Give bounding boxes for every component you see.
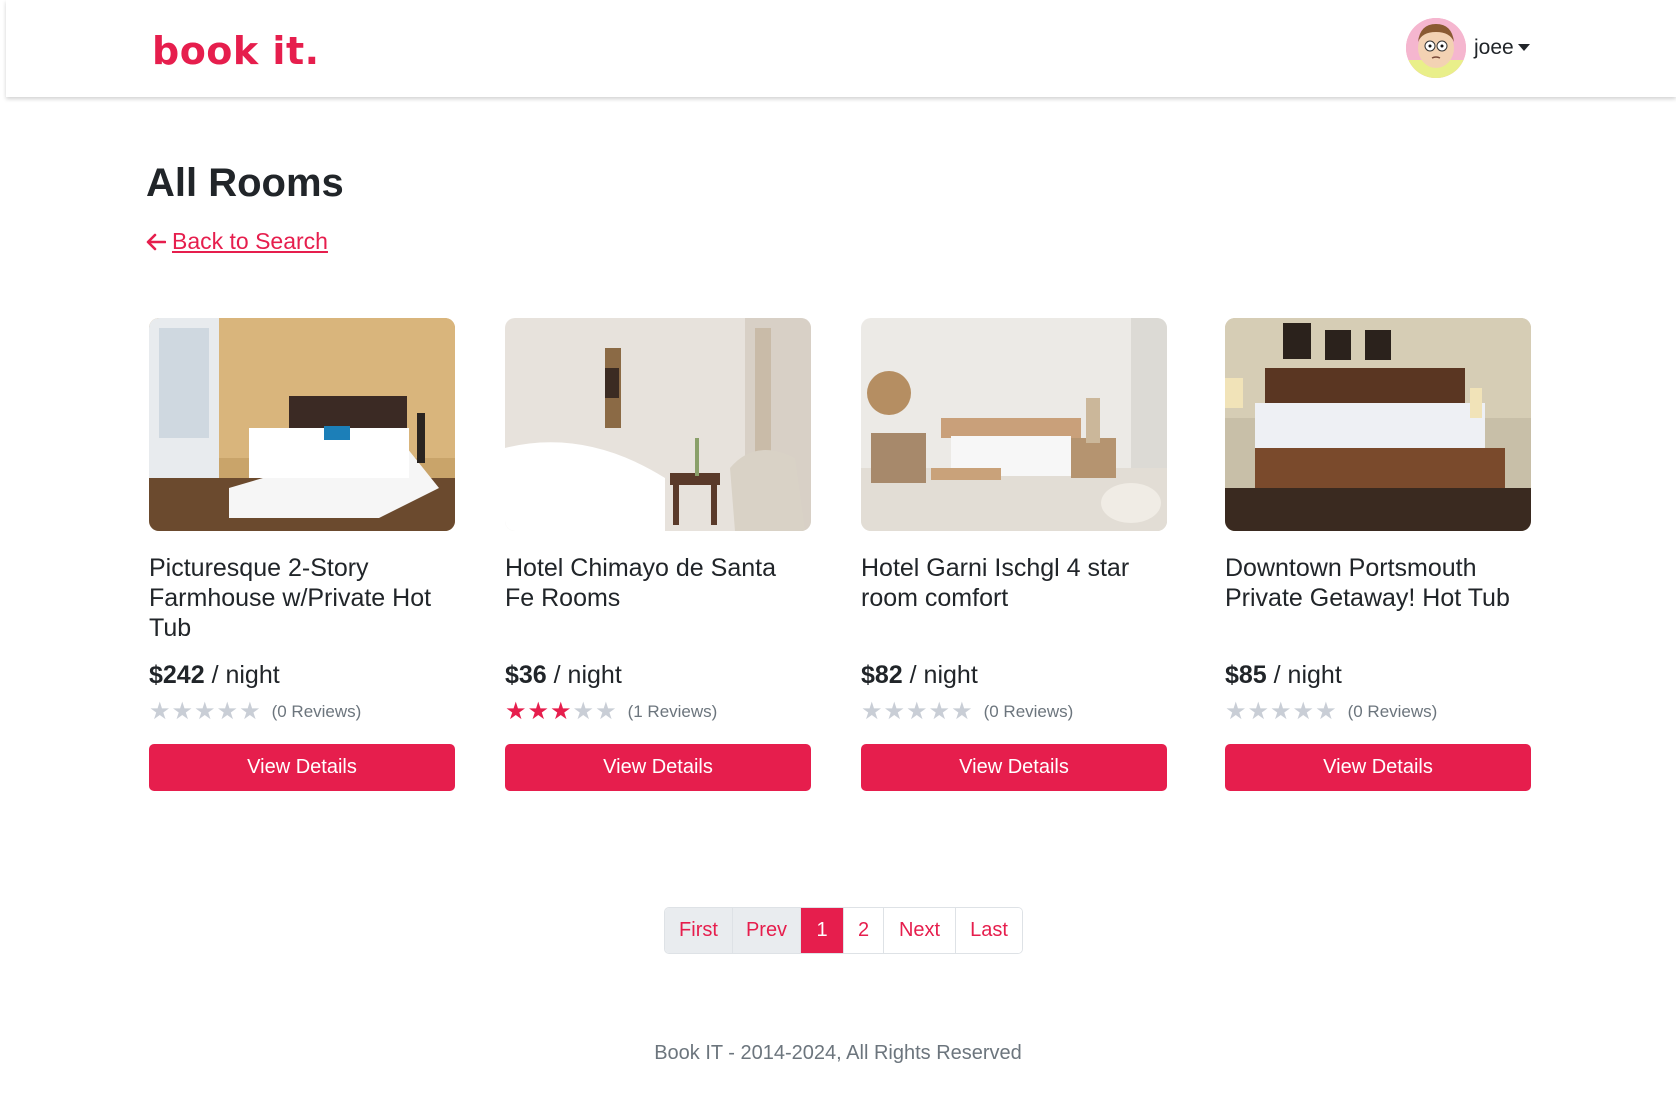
page-1-button[interactable]: 1 [801,908,844,953]
star-icon: ★ [951,698,973,725]
room-price: $82 / night [861,661,1167,690]
arrow-left-icon [146,233,166,250]
price-unit: / night [1266,661,1342,689]
star-icon: ★ [171,698,194,725]
user-menu-toggle[interactable]: joee [1406,18,1530,78]
page-2-button[interactable]: 2 [844,908,884,953]
star-icon: ★ [216,698,239,725]
room-price: $242 / night [149,661,455,690]
page-last-button[interactable]: Last [956,908,1022,953]
view-details-button[interactable]: View Details [505,744,811,791]
star-icon: ★ [239,698,261,725]
page-first-button[interactable]: First [665,908,733,953]
user-avatar [1406,18,1466,78]
footer-text: Book IT - 2014-2024, All Rights Reserved [654,1042,1022,1064]
star-icon: ★ [527,698,550,725]
room-name[interactable]: Downtown Portsmouth Private Getaway! Hot… [1225,553,1531,643]
star-rating: ★ ★ ★ ★ ★ (0 Reviews) [861,698,1167,726]
star-rating: ★ ★ ★ ★ ★ (1 Reviews) [505,698,811,726]
star-icon: ★ [906,698,928,725]
star-icon: ★ [550,698,572,725]
star-icon: ★ [1315,698,1337,725]
view-details-button[interactable]: View Details [861,744,1167,791]
star-icon: ★ [861,698,883,725]
star-icon: ★ [883,698,906,725]
room-name[interactable]: Picturesque 2-Story Farmhouse w/Private … [149,553,455,643]
price-amount: $36 [505,661,547,689]
price-amount: $82 [861,661,903,689]
page-next-button[interactable]: Next [884,908,956,953]
room-card: Hotel Chimayo de Santa Fe Rooms $36 / ni… [505,318,811,791]
star-icon: ★ [928,698,951,725]
room-card: Picturesque 2-Story Farmhouse w/Private … [149,318,455,791]
room-image[interactable] [505,318,811,531]
pagination: First Prev 1 2 Next Last [664,907,1023,954]
room-name[interactable]: Hotel Garni Ischgl 4 star room comfort [861,553,1167,643]
price-amount: $85 [1225,661,1267,689]
price-unit: / night [902,661,978,689]
room-card: Hotel Garni Ischgl 4 star room comfort $… [861,318,1167,791]
brand-logo[interactable]: book it. [152,28,320,74]
star-icon: ★ [505,698,527,725]
room-image[interactable] [1225,318,1531,531]
room-card: Downtown Portsmouth Private Getaway! Hot… [1225,318,1531,791]
star-icon: ★ [572,698,595,725]
star-rating: ★ ★ ★ ★ ★ (0 Reviews) [149,698,455,726]
star-icon: ★ [1270,698,1292,725]
page-title: All Rooms [146,161,344,205]
view-details-button[interactable]: View Details [149,744,455,791]
star-icon: ★ [194,698,216,725]
price-unit: / night [204,661,280,689]
review-count: (1 Reviews) [627,702,718,721]
room-image[interactable] [861,318,1167,531]
star-icon: ★ [1225,698,1247,725]
review-count: (0 Reviews) [271,702,362,721]
back-link-label: Back to Search [172,228,328,254]
review-count: (0 Reviews) [1347,702,1438,721]
back-to-search-link[interactable]: Back to Search [146,228,328,255]
username: joee [1474,36,1514,59]
page-prev-button[interactable]: Prev [733,908,801,953]
star-icon: ★ [1292,698,1315,725]
star-icon: ★ [1247,698,1270,725]
price-unit: / night [546,661,622,689]
price-amount: $242 [149,661,205,689]
room-image[interactable] [149,318,455,531]
star-rating: ★ ★ ★ ★ ★ (0 Reviews) [1225,698,1531,726]
star-icon: ★ [595,698,617,725]
review-count: (0 Reviews) [983,702,1074,721]
room-price: $36 / night [505,661,811,690]
view-details-button[interactable]: View Details [1225,744,1531,791]
chevron-down-icon [1517,43,1530,51]
star-icon: ★ [149,698,171,725]
navbar: book it. joee [6,0,1676,97]
room-name[interactable]: Hotel Chimayo de Santa Fe Rooms [505,553,811,643]
room-price: $85 / night [1225,661,1531,690]
